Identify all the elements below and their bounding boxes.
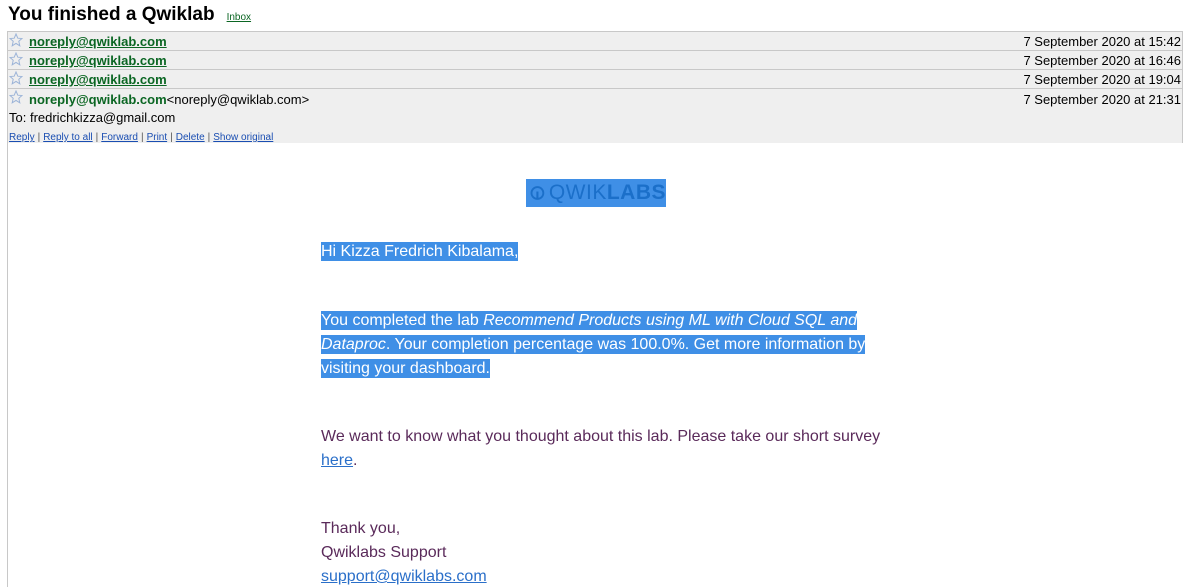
message-date: 7 September 2020 at 19:04 [1023, 72, 1181, 87]
delete-link[interactable]: Delete [176, 132, 205, 143]
completion-paragraph: You completed the lab Recommend Products… [321, 309, 881, 381]
message-sender[interactable]: noreply@qwiklab.com [29, 72, 167, 87]
star-icon[interactable] [9, 90, 23, 104]
support-email-link[interactable]: support@qwiklabs.com [321, 568, 487, 585]
star-icon[interactable] [9, 52, 23, 66]
message-date: 7 September 2020 at 16:46 [1023, 53, 1181, 68]
reply-link[interactable]: Reply [9, 132, 35, 143]
survey-link[interactable]: here [321, 452, 353, 469]
message-date: 7 September 2020 at 21:31 [1023, 92, 1181, 107]
inbox-label-link[interactable]: Inbox [227, 12, 251, 23]
email-thread: noreply@qwiklab.com 7 September 2020 at … [7, 31, 1184, 587]
message-sender[interactable]: noreply@qwiklab.com [29, 53, 167, 68]
print-link[interactable]: Print [147, 132, 168, 143]
greeting-paragraph: Hi Kizza Fredrich Kibalama, [321, 240, 881, 264]
sender-line: noreply@qwiklab.com<noreply@qwiklab.com> [29, 92, 309, 107]
email-body: QWIKLABS Hi Kizza Fredrich Kibalama, You… [8, 143, 1184, 587]
collapsed-message-3[interactable]: noreply@qwiklab.com 7 September 2020 at … [8, 70, 1182, 89]
qwiklabs-logo-icon [530, 186, 545, 200]
message-date: 7 September 2020 at 15:42 [1023, 34, 1181, 49]
recipient-line: To: fredrichkizza@gmail.com [9, 110, 176, 125]
sender-name: noreply@qwiklab.com [29, 92, 167, 107]
star-icon[interactable] [9, 71, 23, 85]
qwiklabs-logo: QWIKLABS [526, 179, 666, 207]
reply-all-link[interactable]: Reply to all [43, 132, 92, 143]
collapsed-message-2[interactable]: noreply@qwiklab.com 7 September 2020 at … [8, 51, 1182, 70]
scrollbar[interactable] [1186, 0, 1204, 587]
survey-text: We want to know what you thought about t… [321, 428, 881, 445]
message-actions: Reply | Reply to all | Forward | Print | Delete |… [9, 132, 274, 143]
show-original-link[interactable]: Show original [213, 132, 273, 143]
collapsed-message-1[interactable]: noreply@qwiklab.com 7 September 2020 at … [8, 32, 1182, 51]
forward-link[interactable]: Forward [101, 132, 138, 143]
signature-block: Thank you, Qwiklabs Support support@qwik… [321, 517, 881, 587]
message-sender[interactable]: noreply@qwiklab.com [29, 34, 167, 49]
email-subject: You finished a Qwiklab [8, 4, 215, 25]
survey-paragraph: We want to know what you thought about t… [321, 428, 881, 469]
completion-text: You completed the lab Recommend Products… [321, 311, 866, 378]
sender-address: <noreply@qwiklab.com> [166, 92, 310, 107]
thanks-text: Thank you, [321, 520, 401, 537]
subject-bar: You finished a Qwiklab Inbox [8, 4, 251, 26]
logo-wordmark: QWIKLABS [548, 181, 666, 204]
greeting-text: Hi Kizza Fredrich Kibalama, [321, 242, 519, 261]
signature-text: Qwiklabs Support [321, 544, 447, 561]
star-icon[interactable] [9, 33, 23, 47]
